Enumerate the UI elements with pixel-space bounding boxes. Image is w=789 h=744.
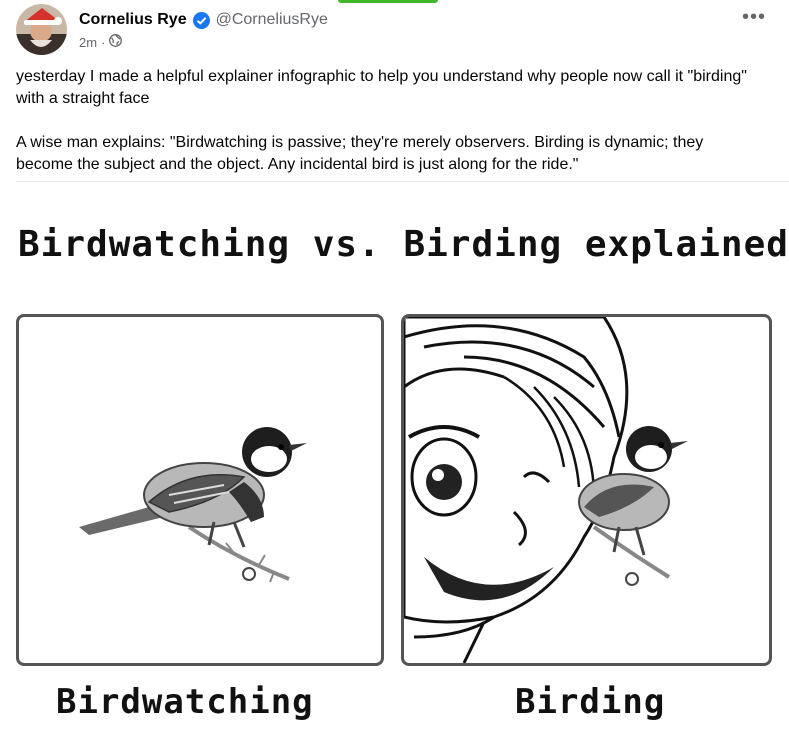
meme-image[interactable]: Birdwatching vs. Birding explained Birdw… xyxy=(0,182,789,744)
birdwatching-caption: Birdwatching xyxy=(56,682,314,722)
meme-title: Birdwatching vs. Birding explained xyxy=(18,224,789,265)
post-timestamp[interactable]: 2m xyxy=(79,35,97,50)
birding-panel xyxy=(401,314,772,666)
more-options-icon[interactable]: ••• xyxy=(739,7,769,30)
avatar[interactable] xyxy=(16,4,67,55)
verified-badge-icon xyxy=(192,11,210,29)
post-header: Cornelius Rye @CorneliusRye 2m · ••• xyxy=(16,4,777,55)
bird-illustration xyxy=(79,427,307,583)
post-text: yesterday I made a helpful explainer inf… xyxy=(16,66,756,176)
post-paragraph: yesterday I made a helpful explainer inf… xyxy=(16,68,747,107)
post-paragraph: A wise man explains: "Birdwatching is pa… xyxy=(16,134,704,173)
birding-caption: Birding xyxy=(515,682,666,722)
globe-icon xyxy=(109,34,123,50)
author-name[interactable]: Cornelius Rye xyxy=(79,10,187,30)
author-handle[interactable]: @CorneliusRye xyxy=(216,10,328,30)
birdwatching-panel xyxy=(16,314,384,666)
author-block: Cornelius Rye @CorneliusRye 2m · xyxy=(79,10,328,50)
top-accent-bar xyxy=(338,0,438,3)
meta-separator: · xyxy=(101,34,106,50)
person-with-bird-illustration xyxy=(404,317,688,663)
